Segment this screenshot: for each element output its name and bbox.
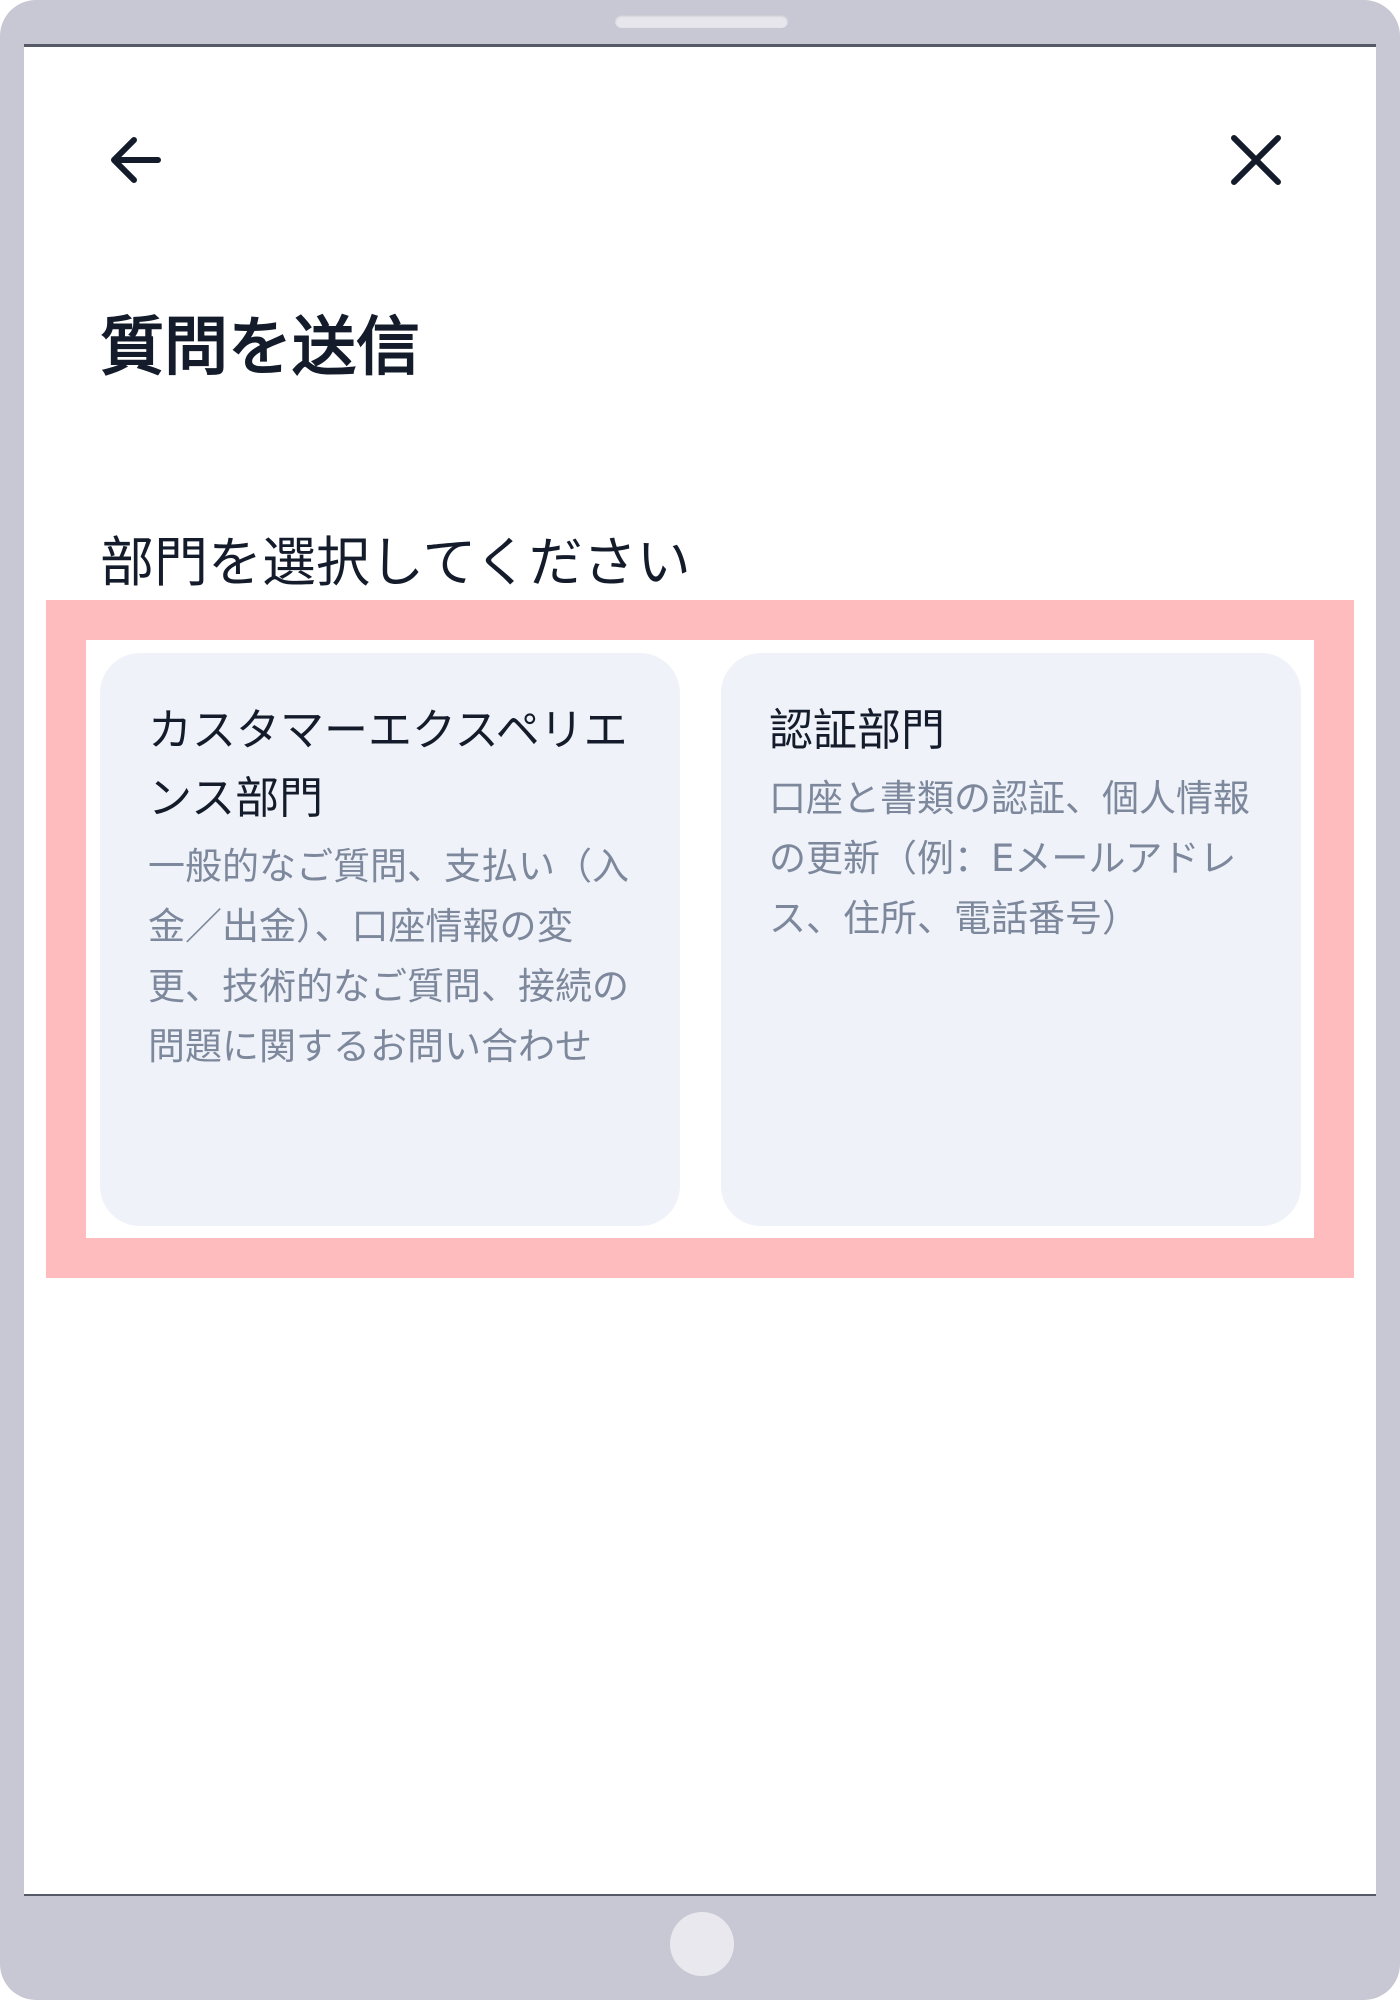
close-button[interactable] [1216, 120, 1296, 200]
department-card-customer-experience[interactable]: カスタマーエクスペリエンス部門 一般的なご質問、支払い（入金／出金）、口座情報の… [100, 653, 680, 1226]
section-label: 部門を選択してください [100, 531, 691, 594]
department-title: 認証部門 [769, 705, 945, 756]
device-speaker [615, 15, 788, 28]
department-description: 口座と書類の認証、個人情報の更新（例：Eメールアドレス、住所、電話番号） [769, 777, 1250, 940]
department-description: 一般的なご質問、支払い（入金／出金）、口座情報の変更、技術的なご質問、接続の問題… [148, 845, 629, 1068]
close-icon [1231, 135, 1281, 185]
tablet-frame: 質問を送信 部門を選択してください カスタマーエクスペリエンス部門 一般的なご質… [0, 0, 1400, 2000]
page-title: 質問を送信 [100, 311, 420, 385]
department-title: カスタマーエクスペリエンス部門 [148, 705, 628, 824]
department-card-verification[interactable]: 認証部門 口座と書類の認証、個人情報の更新（例：Eメールアドレス、住所、電話番号… [721, 653, 1301, 1226]
home-button[interactable] [670, 1912, 734, 1976]
back-button[interactable] [96, 120, 176, 200]
arrow-left-icon [111, 137, 161, 183]
